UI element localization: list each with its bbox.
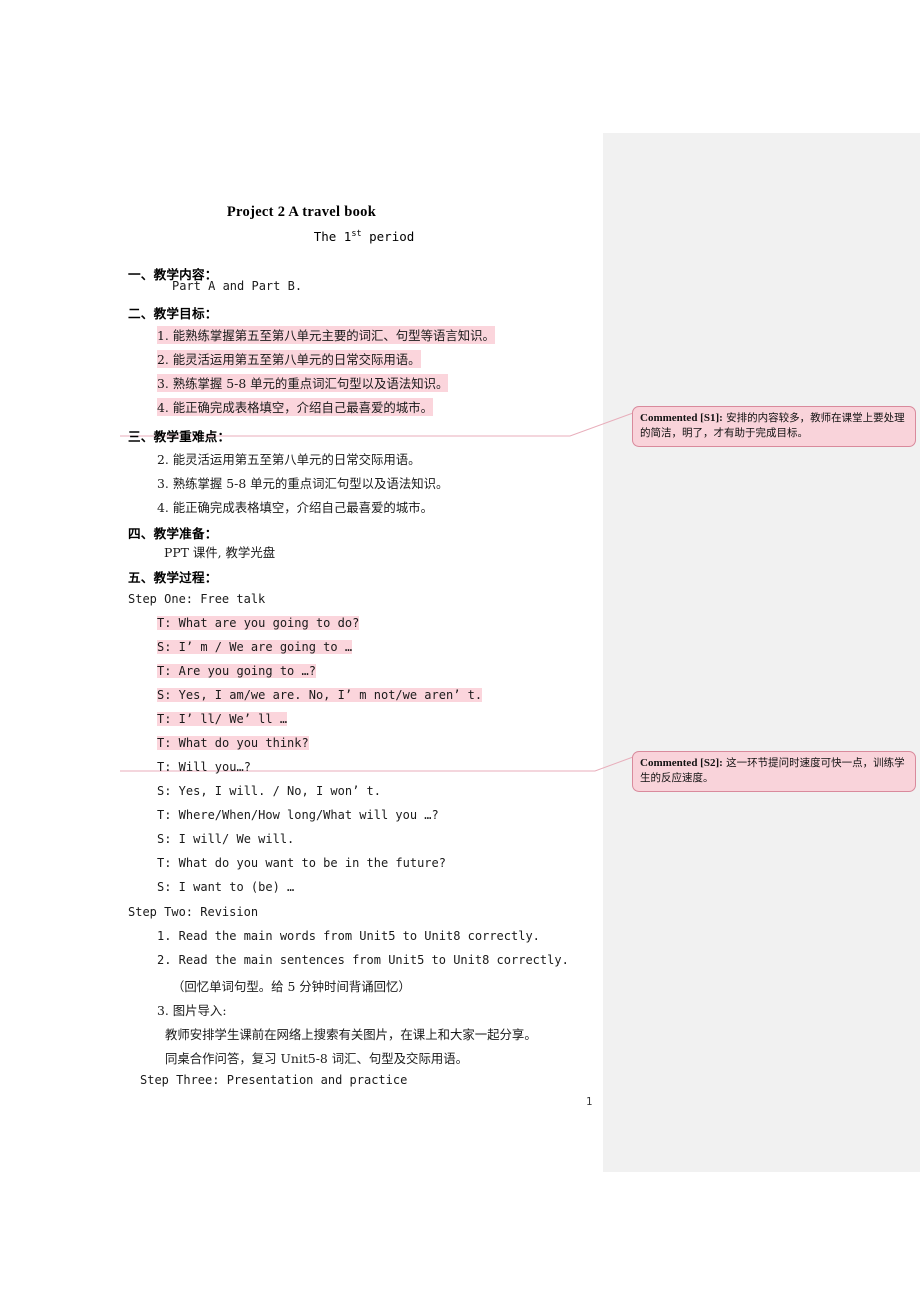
section-heading-objectives: 二、教学目标： <box>128 306 218 321</box>
dialogue-line-7: T: Will you…? <box>157 760 251 774</box>
dialogue-line-11: T: What do you want to be in the future? <box>157 856 446 870</box>
step-two-item-1: 1. Read the main words from Unit5 to Uni… <box>157 929 540 943</box>
page-number: 1 <box>586 1096 593 1108</box>
comment-tag-s1: Commented [S1]: <box>640 412 723 424</box>
dialogue-line-10: S: I will/ We will. <box>157 832 295 846</box>
comment-tag-s2: Commented [S2]: <box>640 757 723 769</box>
dialogue-line-2: S: I’ m / We are going to … <box>157 640 353 654</box>
step-two-item-2: 2. Read the main sentences from Unit5 to… <box>157 953 569 967</box>
step-two-item-6: 同桌合作问答，复习 Unit5-8 词汇、句型及交际用语。 <box>165 1051 469 1066</box>
dialogue-line-3: T: Are you going to …? <box>157 664 316 678</box>
period-superscript: st <box>351 229 362 239</box>
objective-item-3: 3. 熟练掌握 5-8 单元的重点词汇句型以及语法知识。 <box>157 374 449 392</box>
document-page: Project 2 A travel book The 1st period 一… <box>0 0 603 1302</box>
dialogue-line-6: T: What do you think? <box>157 736 309 750</box>
comment-callout-s2[interactable]: Commented [S2]: 这一环节提问时速度可快一点，训练学生的反应速度。 <box>632 751 916 792</box>
dialogue-line-4: S: Yes, I am/we are. No, I’ m not/we are… <box>157 688 483 702</box>
period-suffix: period <box>361 229 415 245</box>
dialogue-line-1: T: What are you going to do? <box>157 616 360 630</box>
section-heading-key-points: 三、教学重难点： <box>128 429 231 444</box>
dialogue-line-9: T: Where/When/How long/What will you …? <box>157 808 439 822</box>
comment-callout-s1[interactable]: Commented [S1]: 安排的内容较多，教师在课堂上要处理的简洁，明了，… <box>632 406 916 447</box>
step-two-item-5: 教师安排学生课前在网络上搜索有关图片，在课上和大家一起分享。 <box>165 1027 537 1042</box>
section-heading-process: 五、教学过程： <box>128 570 218 585</box>
page-title: Project 2 A travel book <box>226 204 377 220</box>
section-heading-preparation: 四、教学准备： <box>128 526 218 541</box>
content-parts-line: Part A and Part B. <box>172 279 303 293</box>
step-two-item-3: （回忆单词句型。给 5 分钟时间背诵回忆） <box>172 979 411 994</box>
objective-item-4: 4. 能正确完成表格填空，介绍自己最喜爱的城市。 <box>157 398 433 416</box>
dialogue-line-12: S: I want to (be) … <box>157 880 295 894</box>
objective-item-1: 1. 能熟练掌握第五至第八单元主要的词汇、句型等语言知识。 <box>157 326 495 344</box>
dialogue-line-8: S: Yes, I will. / No, I won’ t. <box>157 784 381 798</box>
period-label: The 1st period <box>0 229 603 244</box>
period-prefix: The 1 <box>313 229 352 245</box>
step-two-item-4: 3. 图片导入: <box>157 1003 227 1018</box>
step-three-label: Step Three: Presentation and practice <box>140 1073 408 1087</box>
step-two-label: Step Two: Revision <box>128 905 259 919</box>
preparation-line: PPT 课件, 教学光盘 <box>164 545 276 560</box>
step-one-label: Step One: Free talk <box>128 592 266 606</box>
key-point-item-2: 3. 熟练掌握 5-8 单元的重点词汇句型以及语法知识。 <box>157 476 449 491</box>
dialogue-line-5: T: I’ ll/ We’ ll … <box>157 712 288 726</box>
key-point-item-3: 4. 能正确完成表格填空，介绍自己最喜爱的城市。 <box>157 500 433 515</box>
comment-gutter <box>603 133 920 1172</box>
key-point-item-1: 2. 能灵活运用第五至第八单元的日常交际用语。 <box>157 452 421 467</box>
objective-item-2: 2. 能灵活运用第五至第八单元的日常交际用语。 <box>157 350 421 368</box>
